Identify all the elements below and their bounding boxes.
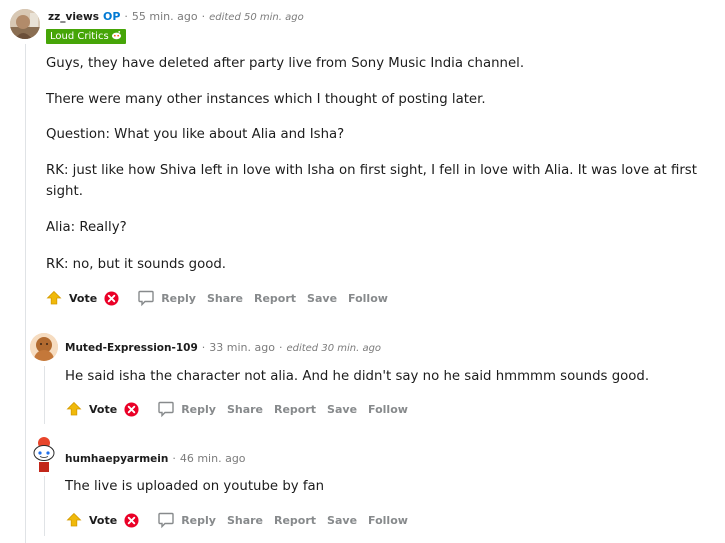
- op-badge: OP: [103, 10, 121, 23]
- follow-button[interactable]: Follow: [348, 292, 388, 305]
- reply-bubble-icon: [158, 512, 174, 529]
- avatar[interactable]: [30, 333, 58, 361]
- comment-actions: Vote Reply Share Report Save Follow: [46, 288, 388, 308]
- follow-button[interactable]: Follow: [368, 403, 408, 416]
- comment-meta: humhaepyarmein · 46 min. ago: [65, 452, 246, 465]
- username[interactable]: zz_views: [48, 11, 99, 23]
- thread-line-reply-1[interactable]: [44, 366, 45, 424]
- save-button[interactable]: Save: [307, 292, 337, 305]
- timestamp[interactable]: 33 min. ago: [209, 341, 275, 354]
- upvote-icon[interactable]: [66, 512, 82, 528]
- comment-text: Guys, they have deleted after party live…: [46, 56, 525, 71]
- user-flair: Loud Critics: [46, 29, 126, 44]
- vote-label: Vote: [89, 402, 118, 416]
- reply-button[interactable]: Reply: [157, 400, 216, 418]
- downvote-icon[interactable]: [124, 401, 139, 417]
- downvote-icon[interactable]: [104, 290, 119, 306]
- thread-line-root[interactable]: [25, 44, 26, 543]
- reply-bubble-icon: [138, 290, 154, 307]
- vote-control: Vote: [66, 512, 139, 528]
- avatar[interactable]: [30, 436, 58, 474]
- upvote-icon[interactable]: [66, 401, 82, 417]
- save-button[interactable]: Save: [327, 403, 357, 416]
- comment-text: RK: no, but it sounds good.: [46, 257, 227, 272]
- reply-bubble-icon: [158, 401, 174, 418]
- comment-text: He said isha the character not alia. And…: [65, 369, 650, 384]
- share-button[interactable]: Share: [207, 292, 243, 305]
- comment-text: Alia: Really?: [46, 220, 127, 235]
- username[interactable]: humhaepyarmein: [65, 453, 168, 465]
- reply-button[interactable]: Reply: [137, 289, 196, 307]
- avatar[interactable]: [10, 9, 40, 39]
- snoo-flair-icon: [111, 30, 121, 40]
- comment-text: There were many other instances which I …: [46, 92, 486, 107]
- comment-actions: Vote Reply Share Report Save Follow: [66, 399, 408, 419]
- reply-button[interactable]: Reply: [157, 511, 216, 529]
- vote-label: Vote: [89, 513, 118, 527]
- report-button[interactable]: Report: [274, 403, 316, 416]
- follow-button[interactable]: Follow: [368, 514, 408, 527]
- edited-note: edited 50 min. ago: [209, 12, 304, 23]
- report-button[interactable]: Report: [254, 292, 296, 305]
- vote-control: Vote: [66, 401, 139, 417]
- timestamp[interactable]: 46 min. ago: [180, 452, 246, 465]
- share-button[interactable]: Share: [227, 403, 263, 416]
- comment-text: The live is uploaded on youtube by fan: [65, 479, 325, 494]
- comment-actions: Vote Reply Share Report Save Follow: [66, 510, 408, 530]
- thread-line-reply-2[interactable]: [44, 476, 45, 536]
- edited-note: edited 30 min. ago: [286, 343, 382, 354]
- upvote-icon[interactable]: [46, 290, 62, 306]
- username[interactable]: Muted-Expression-109: [65, 342, 198, 354]
- comment-text: Question: What you like about Alia and I…: [46, 127, 345, 142]
- comment-meta: zz_views OP · 55 min. ago · edited 50 min. ag…: [48, 10, 304, 23]
- share-button[interactable]: Share: [227, 514, 263, 527]
- vote-control: Vote: [46, 290, 119, 306]
- downvote-icon[interactable]: [124, 512, 139, 528]
- save-button[interactable]: Save: [327, 514, 357, 527]
- vote-label: Vote: [69, 291, 98, 305]
- report-button[interactable]: Report: [274, 514, 316, 527]
- comment-meta: Muted-Expression-109 · 33 min. ago · edited …: [65, 341, 382, 354]
- comment-text: sight.: [46, 184, 83, 199]
- comment-text: RK: just like how Shiva left in love wit…: [46, 163, 697, 178]
- timestamp[interactable]: 55 min. ago: [132, 10, 198, 23]
